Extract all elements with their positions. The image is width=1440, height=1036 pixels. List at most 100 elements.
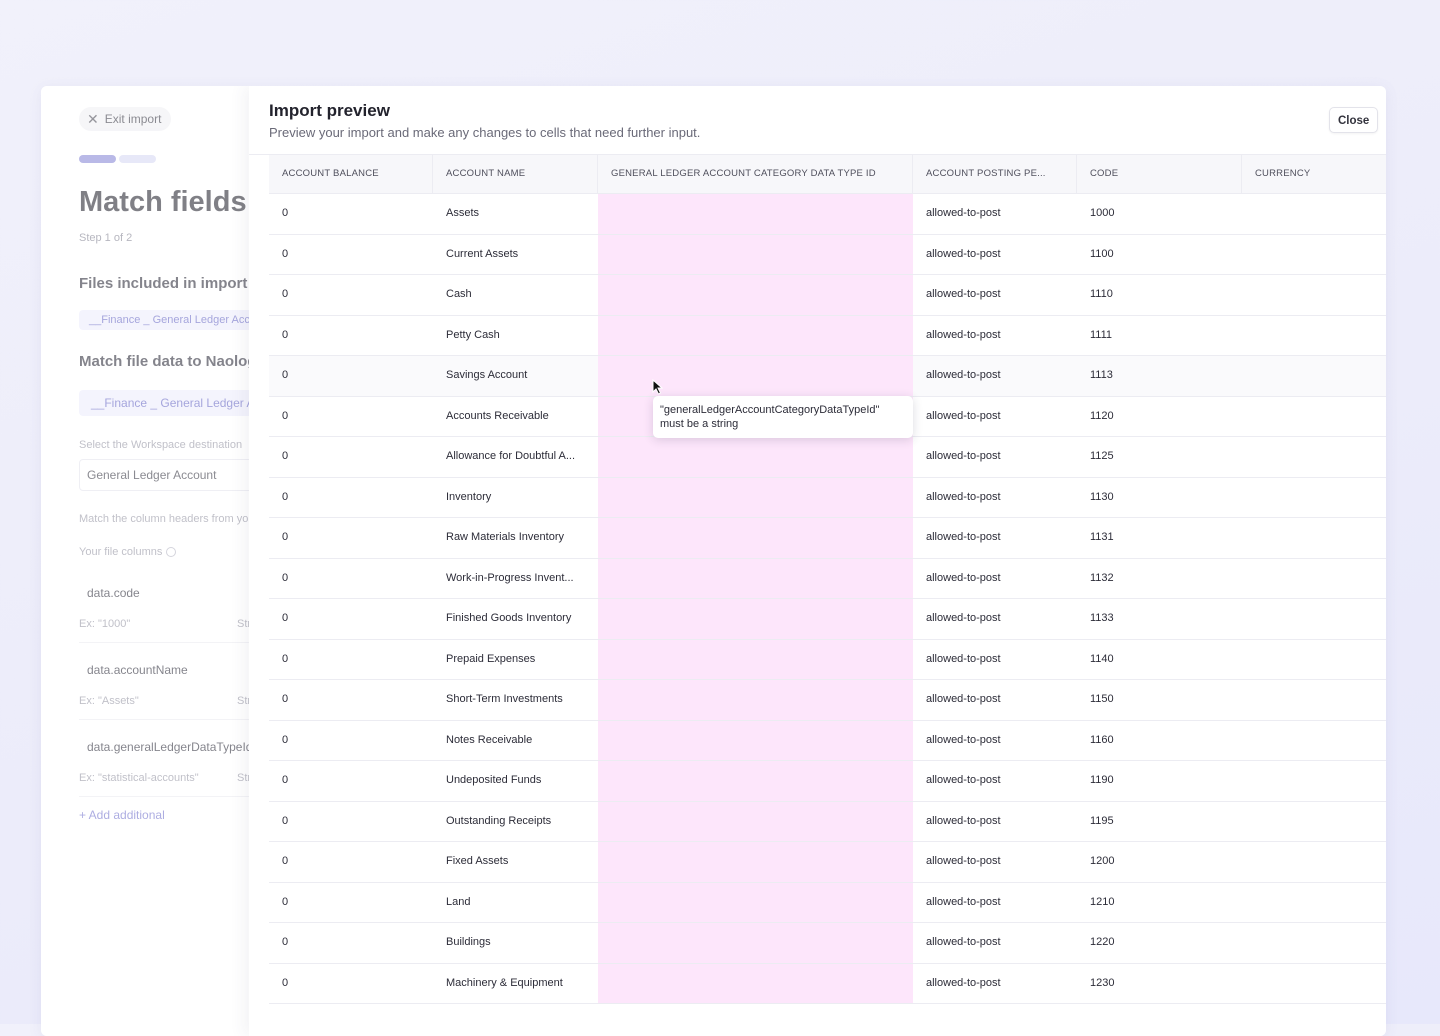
- match-file-chip[interactable]: __Finance _ General Ledger Account: [79, 390, 249, 416]
- cell-account-balance[interactable]: 0: [269, 802, 433, 842]
- cell-code[interactable]: 1195: [1077, 802, 1242, 842]
- cell-currency[interactable]: [1242, 275, 1386, 315]
- cell-category-type-id[interactable]: [598, 923, 913, 963]
- cell-currency[interactable]: [1242, 235, 1386, 275]
- cell-account-balance[interactable]: 0: [269, 559, 433, 599]
- cell-posting[interactable]: allowed-to-post: [913, 680, 1077, 720]
- cell-account-balance[interactable]: 0: [269, 923, 433, 963]
- table-row[interactable]: 0 Allowance for Doubtful A... allowed-to-p…: [269, 437, 1386, 478]
- cell-code[interactable]: 1000: [1077, 194, 1242, 234]
- cell-posting[interactable]: allowed-to-post: [913, 599, 1077, 639]
- cell-posting[interactable]: allowed-to-post: [913, 883, 1077, 923]
- column-header-account-name[interactable]: ACCOUNT NAME: [433, 155, 598, 193]
- cell-code[interactable]: 1113: [1077, 356, 1242, 396]
- cell-account-balance[interactable]: 0: [269, 478, 433, 518]
- cell-posting[interactable]: allowed-to-post: [913, 356, 1077, 396]
- add-additional-button[interactable]: + Add additional: [79, 808, 165, 822]
- cell-currency[interactable]: [1242, 640, 1386, 680]
- cell-account-balance[interactable]: 0: [269, 316, 433, 356]
- cell-account-name[interactable]: Prepaid Expenses: [433, 640, 598, 680]
- cell-account-name[interactable]: Accounts Receivable: [433, 397, 598, 437]
- cell-currency[interactable]: [1242, 802, 1386, 842]
- cell-account-balance[interactable]: 0: [269, 356, 433, 396]
- info-icon[interactable]: [166, 547, 177, 558]
- cell-account-name[interactable]: Finished Goods Inventory: [433, 599, 598, 639]
- cell-category-type-id[interactable]: [598, 275, 913, 315]
- cell-category-type-id[interactable]: [598, 720, 913, 760]
- column-header-currency[interactable]: CURRENCY: [1242, 155, 1386, 193]
- cell-currency[interactable]: [1242, 194, 1386, 234]
- cell-account-name[interactable]: Outstanding Receipts: [433, 802, 598, 842]
- cell-account-name[interactable]: Raw Materials Inventory: [433, 518, 598, 558]
- cell-posting[interactable]: allowed-to-post: [913, 721, 1077, 761]
- cell-currency[interactable]: [1242, 883, 1386, 923]
- cell-posting[interactable]: allowed-to-post: [913, 802, 1077, 842]
- field-type[interactable]: String: [237, 618, 249, 630]
- cell-account-name[interactable]: Assets: [433, 194, 598, 234]
- cell-posting[interactable]: allowed-to-post: [913, 235, 1077, 275]
- cell-category-type-id[interactable]: [598, 963, 913, 1003]
- cell-posting[interactable]: allowed-to-post: [913, 478, 1077, 518]
- cell-code[interactable]: 1190: [1077, 761, 1242, 801]
- cell-code[interactable]: 1110: [1077, 275, 1242, 315]
- workspace-select[interactable]: General Ledger Account: [79, 459, 249, 491]
- cell-category-type-id[interactable]: [598, 477, 913, 517]
- cell-account-name[interactable]: Savings Account: [433, 356, 598, 396]
- cell-category-type-id[interactable]: [598, 194, 913, 234]
- cell-currency[interactable]: [1242, 356, 1386, 396]
- file-chip[interactable]: __Finance _ General Ledger Account: [79, 310, 249, 330]
- cell-posting[interactable]: allowed-to-post: [913, 842, 1077, 882]
- cell-currency[interactable]: [1242, 680, 1386, 720]
- cell-posting[interactable]: allowed-to-post: [913, 518, 1077, 558]
- cell-currency[interactable]: [1242, 599, 1386, 639]
- cell-posting[interactable]: allowed-to-post: [913, 640, 1077, 680]
- cell-account-balance[interactable]: 0: [269, 842, 433, 882]
- cell-account-name[interactable]: Machinery & Equipment: [433, 964, 598, 1004]
- table-row[interactable]: 0 Work-in-Progress Invent... allowed-to-po…: [269, 558, 1386, 599]
- cell-category-type-id[interactable]: [598, 680, 913, 720]
- cell-currency[interactable]: [1242, 761, 1386, 801]
- cell-category-type-id[interactable]: [598, 234, 913, 274]
- cell-category-type-id[interactable]: [598, 437, 913, 477]
- table-row[interactable]: 0 Current Assets allowed-to-post 1100: [269, 234, 1386, 275]
- cell-currency[interactable]: [1242, 964, 1386, 1004]
- cell-account-balance[interactable]: 0: [269, 964, 433, 1004]
- table-row[interactable]: 0 Short-Term Investments allowed-to-post 11…: [269, 680, 1386, 721]
- cell-category-type-id[interactable]: [598, 518, 913, 558]
- field-type[interactable]: String: [237, 772, 249, 784]
- table-row[interactable]: 0 Inventory allowed-to-post 1130: [269, 477, 1386, 518]
- cell-code[interactable]: 1133: [1077, 599, 1242, 639]
- cell-category-type-id[interactable]: [598, 639, 913, 679]
- cell-account-balance[interactable]: 0: [269, 761, 433, 801]
- cell-category-type-id[interactable]: [598, 842, 913, 882]
- cell-account-balance[interactable]: 0: [269, 721, 433, 761]
- column-header-category-type-id[interactable]: GENERAL LEDGER ACCOUNT CATEGORY DATA TYP…: [598, 155, 913, 193]
- table-row[interactable]: 0 Notes Receivable allowed-to-post 1160: [269, 720, 1386, 761]
- cell-posting[interactable]: allowed-to-post: [913, 964, 1077, 1004]
- cell-account-name[interactable]: Notes Receivable: [433, 721, 598, 761]
- cell-account-balance[interactable]: 0: [269, 275, 433, 315]
- cell-currency[interactable]: [1242, 478, 1386, 518]
- cell-currency[interactable]: [1242, 518, 1386, 558]
- close-button[interactable]: Close: [1329, 107, 1379, 133]
- cell-account-balance[interactable]: 0: [269, 640, 433, 680]
- table-row[interactable]: 0 Outstanding Receipts allowed-to-post 1195: [269, 801, 1386, 842]
- cell-account-name[interactable]: Land: [433, 883, 598, 923]
- cell-account-balance[interactable]: 0: [269, 194, 433, 234]
- cell-account-balance[interactable]: 0: [269, 599, 433, 639]
- cell-posting[interactable]: allowed-to-post: [913, 559, 1077, 599]
- cell-posting[interactable]: allowed-to-post: [913, 761, 1077, 801]
- cell-code[interactable]: 1230: [1077, 964, 1242, 1004]
- cell-code[interactable]: 1131: [1077, 518, 1242, 558]
- cell-code[interactable]: 1100: [1077, 235, 1242, 275]
- cell-code[interactable]: 1200: [1077, 842, 1242, 882]
- cell-account-name[interactable]: Allowance for Doubtful A...: [433, 437, 598, 477]
- cell-account-name[interactable]: Inventory: [433, 478, 598, 518]
- cell-code[interactable]: 1160: [1077, 721, 1242, 761]
- cell-code[interactable]: 1210: [1077, 883, 1242, 923]
- cell-category-type-id[interactable]: [598, 558, 913, 598]
- cell-category-type-id[interactable]: [598, 761, 913, 801]
- column-header-code[interactable]: CODE: [1077, 155, 1242, 193]
- table-row[interactable]: 0 Finished Goods Inventory allowed-to-post…: [269, 599, 1386, 640]
- cell-code[interactable]: 1220: [1077, 923, 1242, 963]
